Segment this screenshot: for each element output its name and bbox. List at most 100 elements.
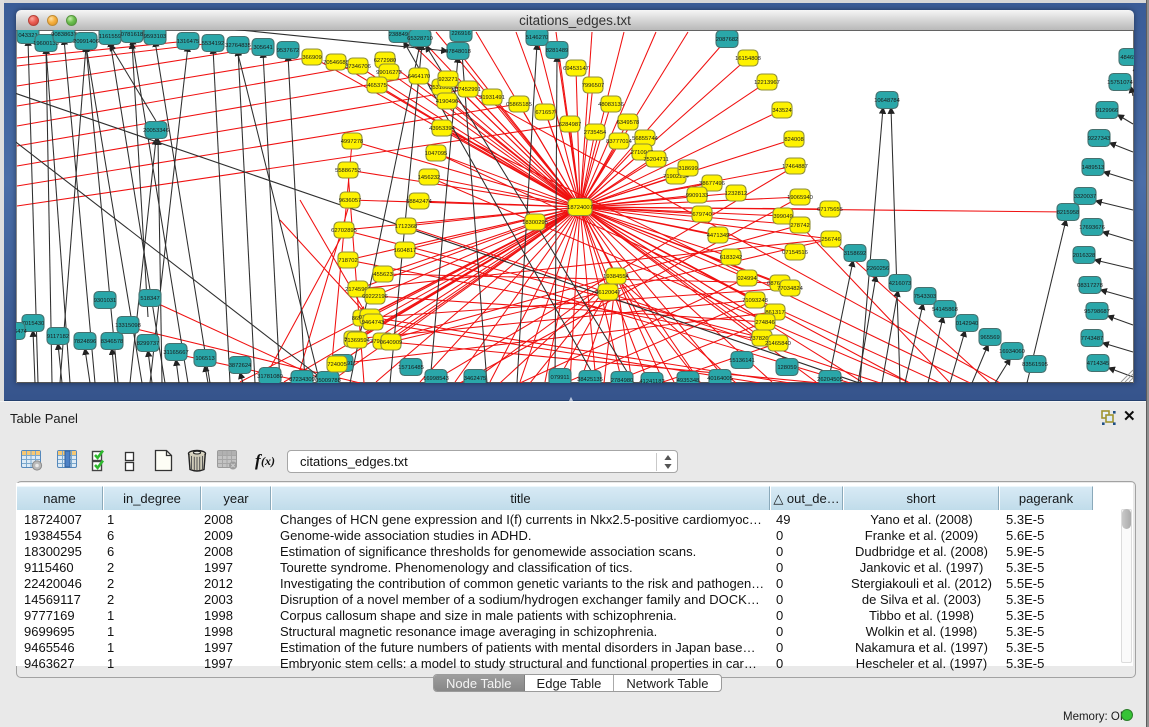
- svg-text:7824896: 7824896: [74, 339, 97, 345]
- svg-text:9537672: 9537672: [277, 48, 300, 54]
- svg-text:16998543: 16998543: [423, 376, 449, 382]
- svg-text:87234309: 87234309: [289, 377, 315, 383]
- svg-text:15751074: 15751074: [1107, 80, 1134, 86]
- svg-text:718702: 718702: [338, 258, 357, 264]
- svg-text:46120047: 46120047: [595, 290, 621, 296]
- svg-text:9464743: 9464743: [362, 320, 385, 326]
- svg-text:17464887: 17464887: [782, 164, 808, 170]
- svg-text:65328710: 65328710: [407, 36, 433, 42]
- svg-text:83777014: 83777014: [606, 139, 633, 145]
- svg-text:05865185: 05865185: [506, 102, 532, 108]
- svg-text:343524: 343524: [772, 108, 792, 114]
- svg-text:671657: 671657: [535, 110, 554, 116]
- svg-text:9909133: 9909133: [686, 193, 709, 199]
- svg-text:6284987: 6284987: [559, 122, 582, 128]
- svg-text:8346578: 8346578: [101, 339, 124, 345]
- svg-text:3872624: 3872624: [229, 363, 252, 369]
- svg-text:08317278: 08317278: [1077, 283, 1103, 289]
- svg-text:3462475: 3462475: [464, 376, 487, 382]
- svg-text:024994: 024994: [737, 276, 757, 282]
- svg-text:6349578: 6349578: [617, 120, 640, 126]
- svg-text:305641: 305641: [253, 45, 272, 51]
- svg-text:2784980: 2784980: [611, 378, 634, 383]
- svg-text:1232812: 1232812: [725, 191, 748, 197]
- svg-text:824008: 824008: [784, 137, 803, 143]
- svg-text:37452991: 37452991: [455, 87, 481, 93]
- svg-text:18724007: 18724007: [567, 205, 593, 211]
- svg-text:679740: 679740: [692, 212, 711, 218]
- svg-text:(x): (x): [261, 454, 275, 468]
- svg-text:20053346: 20053346: [143, 128, 169, 134]
- svg-text:965569: 965569: [980, 335, 999, 341]
- svg-text:256746: 256746: [821, 237, 840, 243]
- svg-text:9117182: 9117182: [47, 334, 69, 340]
- svg-text:97848018: 97848018: [445, 49, 471, 55]
- svg-text:75204711: 75204711: [643, 157, 668, 163]
- svg-text:2735454: 2735454: [584, 130, 607, 136]
- svg-text:54145868: 54145868: [932, 307, 958, 313]
- svg-text:19384554: 19384554: [603, 274, 630, 280]
- svg-text:4714345: 4714345: [1087, 361, 1110, 367]
- svg-text:318699: 318699: [678, 166, 697, 172]
- svg-text:1604817: 1604817: [394, 248, 417, 254]
- svg-text:83561595: 83561595: [1022, 362, 1048, 368]
- svg-text:21465840: 21465840: [765, 341, 791, 347]
- svg-text:4190496: 4190496: [436, 99, 459, 105]
- svg-text:484656: 484656: [1120, 55, 1134, 61]
- svg-text:05009788: 05009788: [315, 378, 341, 383]
- svg-text:26204505: 26204505: [817, 377, 843, 383]
- svg-text:9227343: 9227343: [1088, 136, 1111, 142]
- svg-text:8299737: 8299737: [137, 341, 160, 347]
- svg-text:9129966: 9129966: [1096, 108, 1119, 114]
- svg-text:1456232: 1456232: [418, 175, 441, 181]
- svg-text:20991406: 20991406: [73, 39, 99, 45]
- svg-text:5534192: 5534192: [202, 41, 225, 47]
- svg-text:69453147: 69453147: [563, 66, 589, 72]
- svg-text:2016328: 2016328: [1073, 253, 1096, 259]
- svg-text:38425135: 38425135: [577, 377, 603, 383]
- svg-text:41241182: 41241182: [639, 379, 664, 383]
- svg-text:9593103: 9593103: [144, 34, 167, 40]
- svg-text:1316475: 1316475: [177, 39, 200, 45]
- svg-text:366909: 366909: [302, 55, 321, 61]
- svg-text:55886753: 55886753: [335, 168, 361, 174]
- svg-text:38677496: 38677496: [699, 181, 725, 187]
- svg-text:8281489: 8281489: [546, 48, 569, 54]
- svg-text:07154516: 07154516: [782, 250, 808, 256]
- svg-text:31165667: 31165667: [163, 350, 188, 356]
- svg-text:15136141: 15136141: [729, 358, 755, 364]
- svg-text:079911: 079911: [551, 375, 570, 381]
- svg-text:923271: 923271: [438, 77, 457, 83]
- svg-text:1161559: 1161559: [99, 34, 121, 40]
- svg-text:7543303: 7543303: [914, 294, 937, 300]
- svg-text:2260256: 2260256: [867, 266, 890, 272]
- svg-text:90838637: 90838637: [51, 32, 77, 38]
- svg-text:7743487: 7743487: [1081, 336, 1104, 342]
- svg-text:43953394: 43953394: [429, 126, 456, 132]
- svg-text:3320037: 3320037: [1074, 194, 1097, 200]
- svg-text:9301031: 9301031: [94, 298, 117, 304]
- svg-text:724005: 724005: [327, 362, 346, 368]
- svg-text:278742: 278742: [790, 223, 809, 229]
- svg-text:274846: 274846: [755, 320, 774, 326]
- svg-text:56855744: 56855744: [632, 136, 659, 142]
- svg-text:19065940: 19065940: [787, 195, 813, 201]
- svg-text:71369594: 71369594: [344, 338, 371, 344]
- svg-text:6183242: 6183242: [720, 255, 743, 261]
- svg-text:518347: 518347: [140, 296, 159, 302]
- svg-text:5146270: 5146270: [526, 35, 549, 41]
- svg-text:128059: 128059: [777, 365, 796, 371]
- svg-text:4216073: 4216073: [889, 281, 912, 287]
- svg-text:7996507: 7996507: [582, 83, 605, 89]
- svg-text:31781080: 31781080: [257, 374, 283, 380]
- svg-text:99016272: 99016272: [376, 70, 402, 76]
- svg-text:1712368: 1712368: [395, 224, 418, 230]
- svg-text:16934060: 16934060: [999, 349, 1025, 355]
- svg-text:455623: 455623: [373, 272, 392, 278]
- svg-text:15716485: 15716485: [398, 365, 424, 371]
- svg-text:71093248: 71093248: [742, 298, 768, 304]
- svg-text:0142940: 0142940: [956, 321, 979, 327]
- svg-text:0640909: 0640909: [380, 340, 403, 346]
- svg-text:16154808: 16154808: [735, 56, 761, 62]
- svg-text:31931491: 31931491: [479, 95, 505, 101]
